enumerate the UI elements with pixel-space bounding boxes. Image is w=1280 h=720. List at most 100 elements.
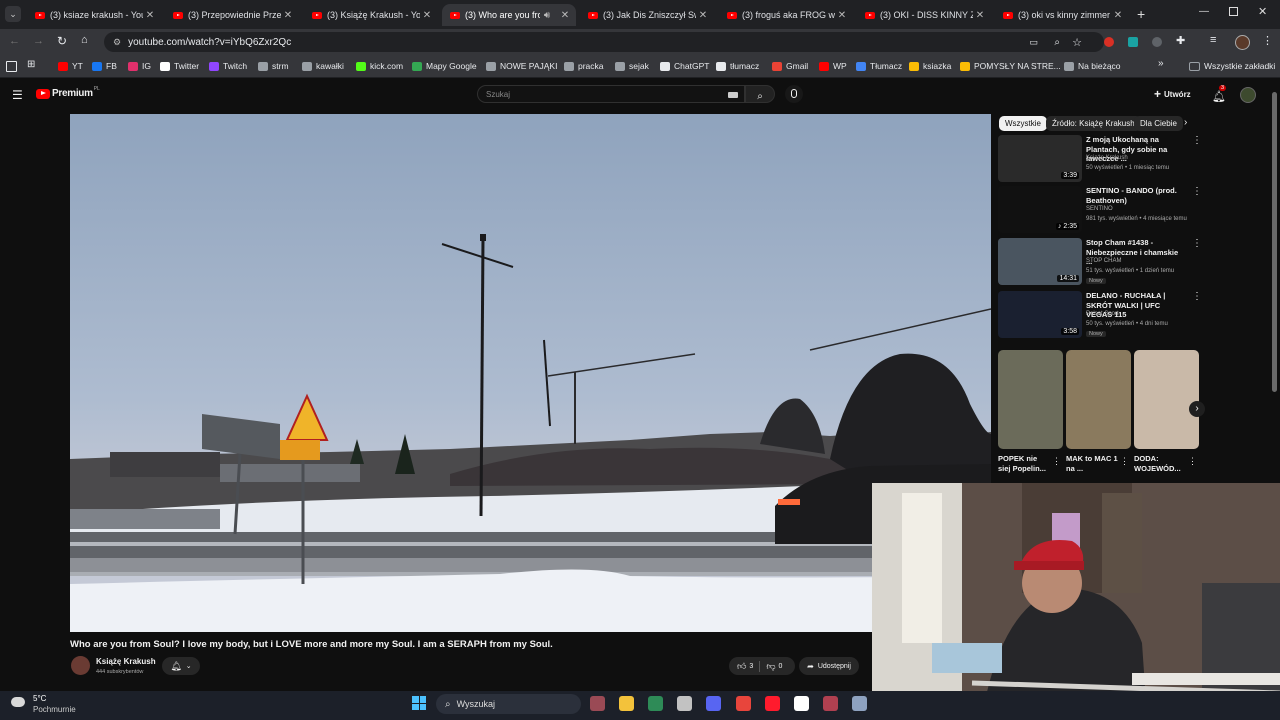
channel-name[interactable]: Książę Krakush (96, 657, 156, 666)
install-icon[interactable]: ▭ (1029, 37, 1038, 48)
photo-app-icon[interactable] (590, 696, 605, 711)
bookmark-2[interactable]: IG (128, 59, 151, 73)
all-bookmarks[interactable]: Wszystkie zakładki (1189, 59, 1275, 73)
grid-icon[interactable]: ⊞ (27, 59, 35, 70)
vpn-app-icon[interactable] (648, 696, 663, 711)
settings-app-icon[interactable] (677, 696, 692, 711)
back-button[interactable]: ← (9, 35, 20, 47)
more-options-icon[interactable]: ⋮ (1192, 186, 1202, 197)
bookmark-6[interactable]: kawałki (302, 59, 344, 73)
bookmark-star-icon[interactable]: ☆ (1072, 36, 1082, 49)
bookmark-19[interactable]: Na bieżąco (1064, 59, 1121, 73)
filter-chip-2[interactable]: Dla Ciebie (1134, 116, 1183, 131)
site-info-icon[interactable]: ⚙ (113, 37, 121, 48)
zoom-icon[interactable]: ⌕ (1054, 37, 1060, 48)
video-thumbnail[interactable]: 3:58 (998, 291, 1082, 338)
more-options-icon[interactable]: ⋮ (1192, 291, 1202, 302)
discord-icon[interactable] (706, 696, 721, 711)
short-title[interactable]: MAK to MAC 1 na ... (1066, 454, 1118, 474)
speaker-icon[interactable]: 🔊︎ (540, 10, 554, 21)
close-tab-icon[interactable]: ✕ (696, 10, 710, 21)
search-input[interactable]: Szukaj (477, 85, 745, 103)
chips-next-icon[interactable]: › (1184, 117, 1187, 128)
extension-icon-teal[interactable] (1128, 37, 1138, 47)
profile-avatar[interactable] (1235, 35, 1250, 50)
bookmark-10[interactable]: pracka (564, 59, 604, 73)
minimize-button[interactable]: — (1199, 6, 1209, 17)
notifications-button[interactable]: 🔔︎ 3 (1212, 85, 1227, 105)
short-title[interactable]: POPEK nie siej Popelin... (998, 454, 1050, 474)
channel-avatar[interactable] (71, 656, 90, 675)
close-tab-icon[interactable]: ✕ (420, 10, 434, 21)
new-tab-button[interactable]: + (1137, 6, 1145, 22)
gallery-app-icon[interactable] (823, 696, 838, 711)
close-tab-icon[interactable]: ✕ (281, 10, 295, 21)
capcut-icon[interactable] (794, 696, 809, 711)
reload-icon[interactable]: ↻ (57, 34, 67, 48)
close-tab-icon[interactable]: ✕ (835, 10, 849, 21)
youtube-logo[interactable]: Premium PL (36, 86, 100, 99)
tab-1[interactable]: (3) Przepowiednie Prześw✕ (165, 4, 299, 26)
forward-button[interactable]: → (33, 35, 44, 47)
recommended-video[interactable]: 3:58 DELANO - RUCHAŁA | SKRÓT WALKI | UFC… (998, 291, 1202, 341)
media-controls-icon[interactable]: ≡ (1210, 34, 1216, 46)
tab-5[interactable]: (3) froguś aka FROG wbij ✕ (719, 4, 853, 26)
bookmark-13[interactable]: tłumacz (716, 59, 759, 73)
gear-icon[interactable] (852, 696, 867, 711)
filter-chip-1[interactable]: Źródło: Książę Krakush (1046, 116, 1141, 131)
video-player[interactable] (70, 114, 991, 632)
weather-icon[interactable] (11, 697, 25, 707)
tab-search-button[interactable]: ⌄ (5, 6, 21, 22)
video-thumbnail[interactable]: 14:31 (998, 238, 1082, 285)
tab-7[interactable]: (3) oki vs kinny zimmer - ✕ (995, 4, 1129, 26)
more-options-icon[interactable]: ⋮ (1192, 135, 1202, 146)
guide-menu-icon[interactable]: ☰ (12, 88, 23, 102)
bookmark-0[interactable]: YT (58, 59, 83, 73)
bookmark-9[interactable]: NOWE PAJĄKI (486, 59, 557, 73)
tab-2[interactable]: (3) Książę Krakush - YouTu✕ (304, 4, 438, 26)
more-options-icon[interactable]: ⋮ (1052, 456, 1061, 467)
url-bar[interactable]: ⚙ youtube.com/watch?v=iYbQ6Zxr2Qc ☆ ⌕ ▭ (104, 32, 1104, 52)
more-bookmarks-icon[interactable]: » (1158, 58, 1164, 69)
short-title[interactable]: DODA: WOJEWÓD... (1134, 454, 1186, 474)
account-avatar[interactable] (1240, 87, 1256, 103)
rec-channel[interactable]: SENTINO (1086, 206, 1113, 212)
like-dislike-group[interactable]: 👍︎ 3 👎︎ 0 (729, 657, 795, 675)
tab-3[interactable]: (3) Who are you from🔊︎ ✕ (442, 4, 576, 26)
bookmark-7[interactable]: kick.com (356, 59, 403, 73)
bookmark-18[interactable]: POMYSŁY NA STRE... (960, 59, 1061, 73)
like-icon[interactable]: 👍︎ (737, 661, 746, 672)
windows-start-icon[interactable] (412, 696, 426, 710)
bookmark-11[interactable]: sejak (615, 59, 649, 73)
rec-channel[interactable]: Polsat Sport (1086, 311, 1119, 317)
short-thumbnail[interactable] (1066, 350, 1131, 449)
rec-title[interactable]: SENTINO - BANDO (prod. Beathoven) (1086, 186, 1186, 205)
bookmark-14[interactable]: Gmail (772, 59, 808, 73)
shorts-next-icon[interactable]: › (1189, 401, 1205, 417)
bookmark-3[interactable]: Twitter (160, 59, 199, 73)
rec-channel[interactable]: STOP CHAM (1086, 258, 1121, 264)
page-scrollbar[interactable] (1272, 92, 1277, 392)
subscription-bell-button[interactable]: 🔔︎ ⌄ (162, 657, 200, 675)
close-tab-icon[interactable]: ✕ (973, 10, 987, 21)
bookmark-5[interactable]: strm (258, 59, 289, 73)
close-window-button[interactable]: ✕ (1258, 5, 1267, 18)
video-thumbnail[interactable]: 3:39 (998, 135, 1082, 182)
more-options-icon[interactable]: ⋮ (1120, 456, 1129, 467)
bookmark-12[interactable]: ChatGPT (660, 59, 709, 73)
voice-search-button[interactable] (785, 85, 803, 103)
opera-icon[interactable] (765, 696, 780, 711)
tab-0[interactable]: (3) ksiaze krakush - YouTu✕ (27, 4, 161, 26)
chrome-icon[interactable] (736, 696, 751, 711)
maximize-button[interactable] (1229, 7, 1238, 16)
recommended-video[interactable]: ♪ 2:35 SENTINO - BANDO (prod. Beathoven) S… (998, 186, 1202, 236)
more-options-icon[interactable]: ⋮ (1192, 238, 1202, 249)
browser-menu-icon[interactable]: ⋮ (1262, 34, 1273, 47)
search-button[interactable]: ⌕ (745, 85, 775, 103)
close-tab-icon[interactable]: ✕ (1111, 10, 1125, 21)
extensions-puzzle-icon[interactable]: ✚ (1176, 34, 1185, 47)
taskbar-search[interactable]: ⌕ Wyszukaj (436, 694, 581, 714)
short-thumbnail[interactable] (1134, 350, 1199, 449)
recommended-video[interactable]: 14:31 Stop Cham #1438 - Niebezpieczne i c… (998, 238, 1202, 288)
extension-icon-red[interactable] (1104, 37, 1114, 47)
